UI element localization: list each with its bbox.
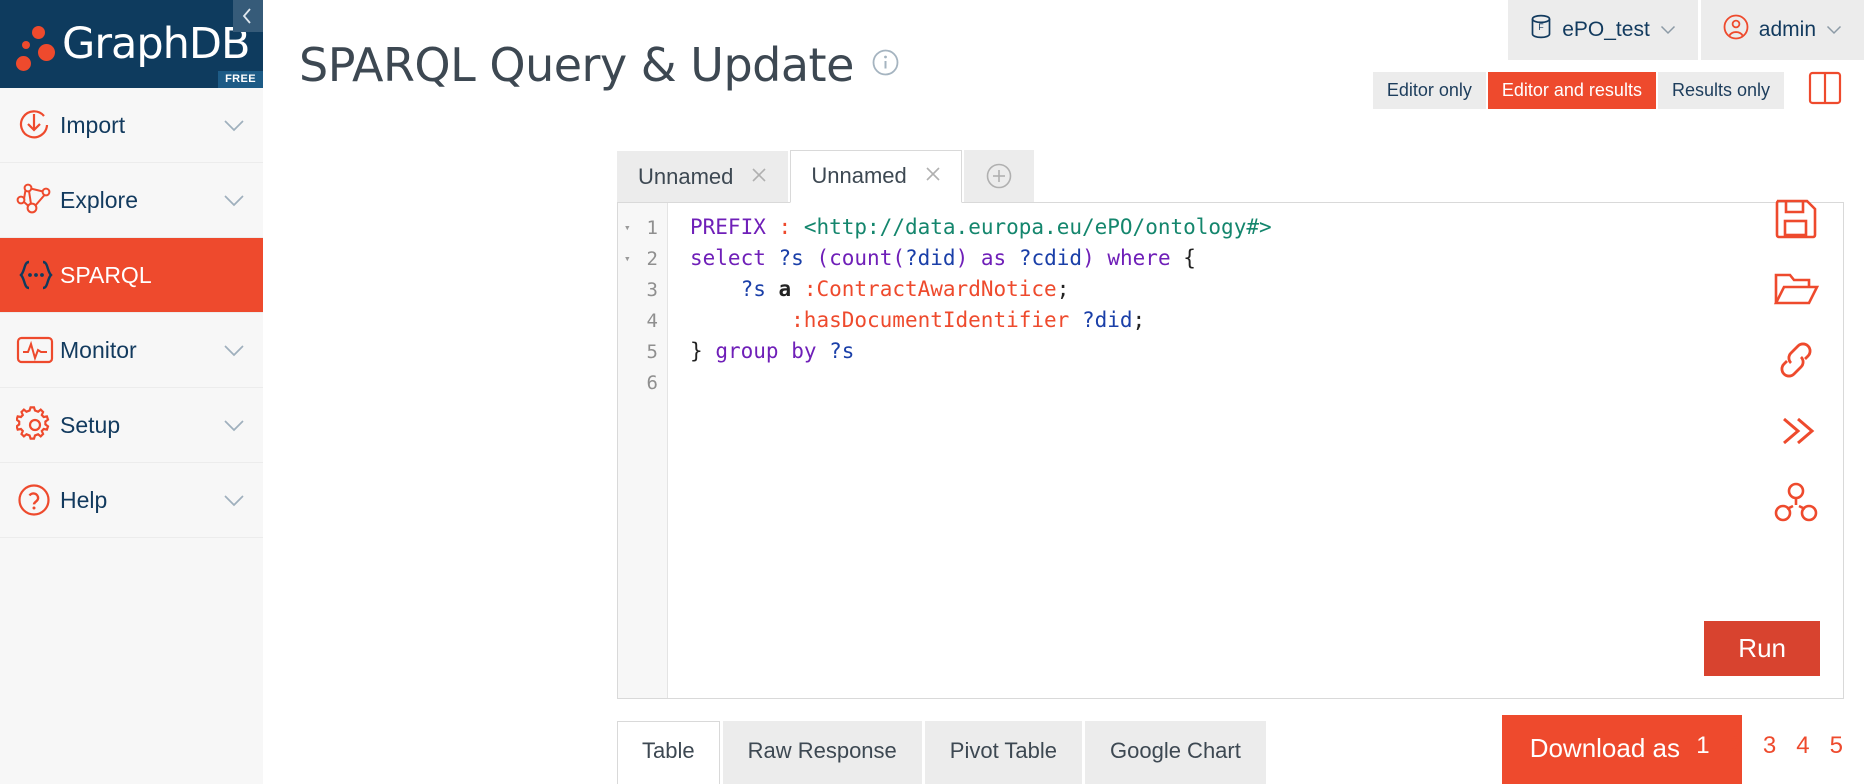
page-button[interactable]: 2 (1721, 728, 1752, 764)
sidebar-item-label: Help (60, 486, 108, 513)
question-circle-icon (16, 482, 60, 518)
import-icon (16, 107, 60, 143)
line-number: 4 (646, 309, 658, 332)
repository-selector[interactable]: F ePO_test (1508, 0, 1698, 60)
editor-action-toolbar (1772, 196, 1820, 524)
sidebar-item-setup[interactable]: Setup (0, 388, 263, 463)
sidebar-item-label: Setup (60, 411, 121, 438)
user-circle-icon (1723, 14, 1749, 46)
main-content: F ePO_test admin SPARQL Query & Update E… (263, 0, 1864, 784)
link-icon[interactable] (1772, 338, 1820, 382)
page-button[interactable]: 4 (1787, 728, 1818, 764)
user-menu[interactable]: admin (1700, 0, 1864, 60)
sidebar-item-import[interactable]: Import (0, 88, 263, 163)
top-bar: F ePO_test admin (1508, 0, 1864, 60)
page-button[interactable]: 5 (1821, 728, 1852, 764)
fold-marker[interactable]: ▾ (624, 253, 631, 264)
view-mode-toggle: Editor only Editor and results Results o… (1372, 72, 1784, 109)
query-tab-active[interactable]: Unnamed (790, 150, 962, 203)
page-button[interactable]: 1 (1687, 728, 1719, 764)
folder-open-icon[interactable] (1772, 267, 1820, 311)
brand-logo[interactable]: GraphDB FREE (0, 0, 263, 88)
sparql-braces-icon (16, 259, 60, 291)
view-mode-editor-only[interactable]: Editor only (1372, 72, 1486, 109)
run-button[interactable]: Run (1704, 621, 1820, 676)
chevron-down-icon (223, 344, 245, 357)
chevron-down-icon (223, 419, 245, 432)
sidebar-item-label: Import (60, 111, 126, 138)
close-icon[interactable] (923, 164, 943, 188)
code-line: select ?s (count(?did) as ?cdid) where { (690, 246, 1196, 270)
code-line: ?s a :ContractAwardNotice; (740, 277, 1070, 301)
code-line: } group by ?s (690, 339, 855, 363)
sidebar-item-help[interactable]: Help (0, 463, 263, 538)
database-icon: F (1530, 14, 1552, 46)
line-number: 6 (646, 371, 658, 394)
query-tab-label: Unnamed (811, 163, 907, 188)
line-number: 3 (646, 278, 658, 301)
svg-text:F: F (1538, 22, 1544, 32)
chevron-down-icon (223, 119, 245, 132)
save-icon[interactable] (1772, 196, 1820, 240)
chevron-down-icon (223, 194, 245, 207)
query-tab[interactable]: Unnamed (617, 151, 789, 203)
page-title: SPARQL Query & Update (299, 38, 854, 92)
chevron-left-icon[interactable] (233, 0, 263, 32)
node-graph-icon[interactable] (1772, 480, 1820, 524)
view-mode-editor-and-results[interactable]: Editor and results (1487, 72, 1656, 109)
chevron-down-icon (1660, 23, 1676, 38)
line-number: 5 (646, 340, 658, 363)
code-line: :hasDocumentIdentifier ?did; (791, 308, 1146, 332)
sparql-editor[interactable]: ▾ 1 ▾ 2 3 4 5 6 PREFIX : <http://data.euro… (617, 202, 1844, 699)
result-tab-raw-response[interactable]: Raw Response (722, 721, 922, 784)
chevron-down-icon (1826, 23, 1842, 38)
result-tab-google-chart[interactable]: Google Chart (1085, 721, 1266, 784)
query-tab-label: Unnamed (638, 164, 734, 189)
query-tabs: Unnamed Unnamed (617, 150, 1034, 203)
user-label: admin (1758, 18, 1816, 41)
sidebar-item-explore[interactable]: Explore (0, 163, 263, 238)
sidebar: GraphDB FREE Import Explore SPARQL Monit… (0, 0, 263, 784)
result-tab-pivot-table[interactable]: Pivot Table (924, 721, 1082, 784)
code-line: PREFIX : <http://data.europa.eu/ePO/onto… (690, 215, 1272, 239)
page-header: SPARQL Query & Update (299, 42, 899, 88)
sidebar-item-monitor[interactable]: Monitor (0, 313, 263, 388)
brand-name: GraphDB (62, 18, 251, 69)
split-panel-icon[interactable] (1808, 70, 1842, 106)
result-tabs: Table Raw Response Pivot Table Google Ch… (617, 721, 1266, 784)
sidebar-item-label: Explore (60, 186, 138, 213)
sidebar-item-sparql[interactable]: SPARQL (0, 238, 263, 313)
edition-badge: FREE (218, 71, 263, 88)
monitor-pulse-icon (16, 335, 60, 365)
sidebar-nav: Import Explore SPARQL Monitor Setup Help (0, 88, 263, 784)
page-button[interactable]: 3 (1754, 728, 1785, 764)
sidebar-item-label: Monitor (60, 336, 137, 363)
gear-icon (16, 406, 60, 444)
repository-label: ePO_test (1562, 18, 1650, 41)
line-number: ▾ 2 (624, 247, 658, 270)
fold-marker[interactable]: ▾ (624, 222, 631, 233)
chevron-down-icon (223, 494, 245, 507)
view-mode-results-only[interactable]: Results only (1657, 72, 1784, 109)
close-icon[interactable] (749, 165, 769, 189)
editor-gutter: ▾ 1 ▾ 2 3 4 5 6 (618, 203, 668, 698)
line-number: ▾ 1 (624, 216, 658, 239)
sidebar-item-label: SPARQL (60, 261, 152, 288)
info-circle-icon[interactable] (872, 49, 899, 81)
plus-circle-icon[interactable] (963, 150, 1034, 203)
graphdb-workbench: GraphDB FREE Import Explore SPARQL Monit… (0, 0, 1864, 784)
explore-graph-icon (16, 183, 60, 217)
download-as-label: Download as (1529, 733, 1680, 763)
result-tab-table[interactable]: Table (617, 721, 720, 784)
pagination: 1 2 3 4 5 (1687, 728, 1852, 764)
query-code[interactable]: PREFIX : <http://data.europa.eu/ePO/onto… (668, 203, 1843, 698)
graphdb-dots-icon (14, 16, 60, 72)
double-chevron-right-icon[interactable] (1772, 409, 1820, 453)
